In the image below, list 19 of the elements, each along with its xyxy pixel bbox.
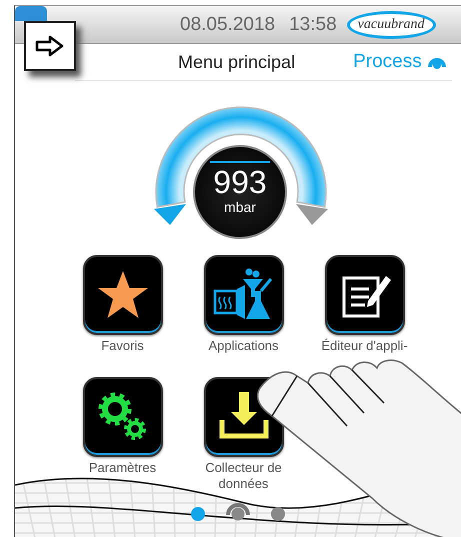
tile-label: Paramètres (88, 460, 158, 476)
signal-icon (428, 56, 446, 68)
process-link[interactable]: Process (353, 51, 422, 73)
nav-button[interactable] (24, 21, 76, 71)
date-text: 08.05.2018 (180, 14, 276, 36)
time-text: 13:58 (289, 14, 337, 36)
tile-label: Applications (207, 338, 280, 354)
tile-label: Éditeur d'appli- (320, 338, 409, 354)
brand-logo: vacuubrand (346, 10, 436, 38)
pressure-value: 993 (213, 165, 267, 199)
screen-title: Menu principal (178, 52, 296, 72)
menu-tile[interactable] (324, 255, 404, 335)
pressure-unit: mbar (224, 199, 256, 215)
arrow-right-icon (35, 35, 65, 57)
menu-tile[interactable] (82, 377, 162, 457)
tile-label: Favoris (100, 338, 145, 354)
tile-label: Collecteur de données (204, 460, 283, 492)
menu-tile[interactable] (204, 255, 284, 335)
menu-tile[interactable] (82, 255, 162, 335)
